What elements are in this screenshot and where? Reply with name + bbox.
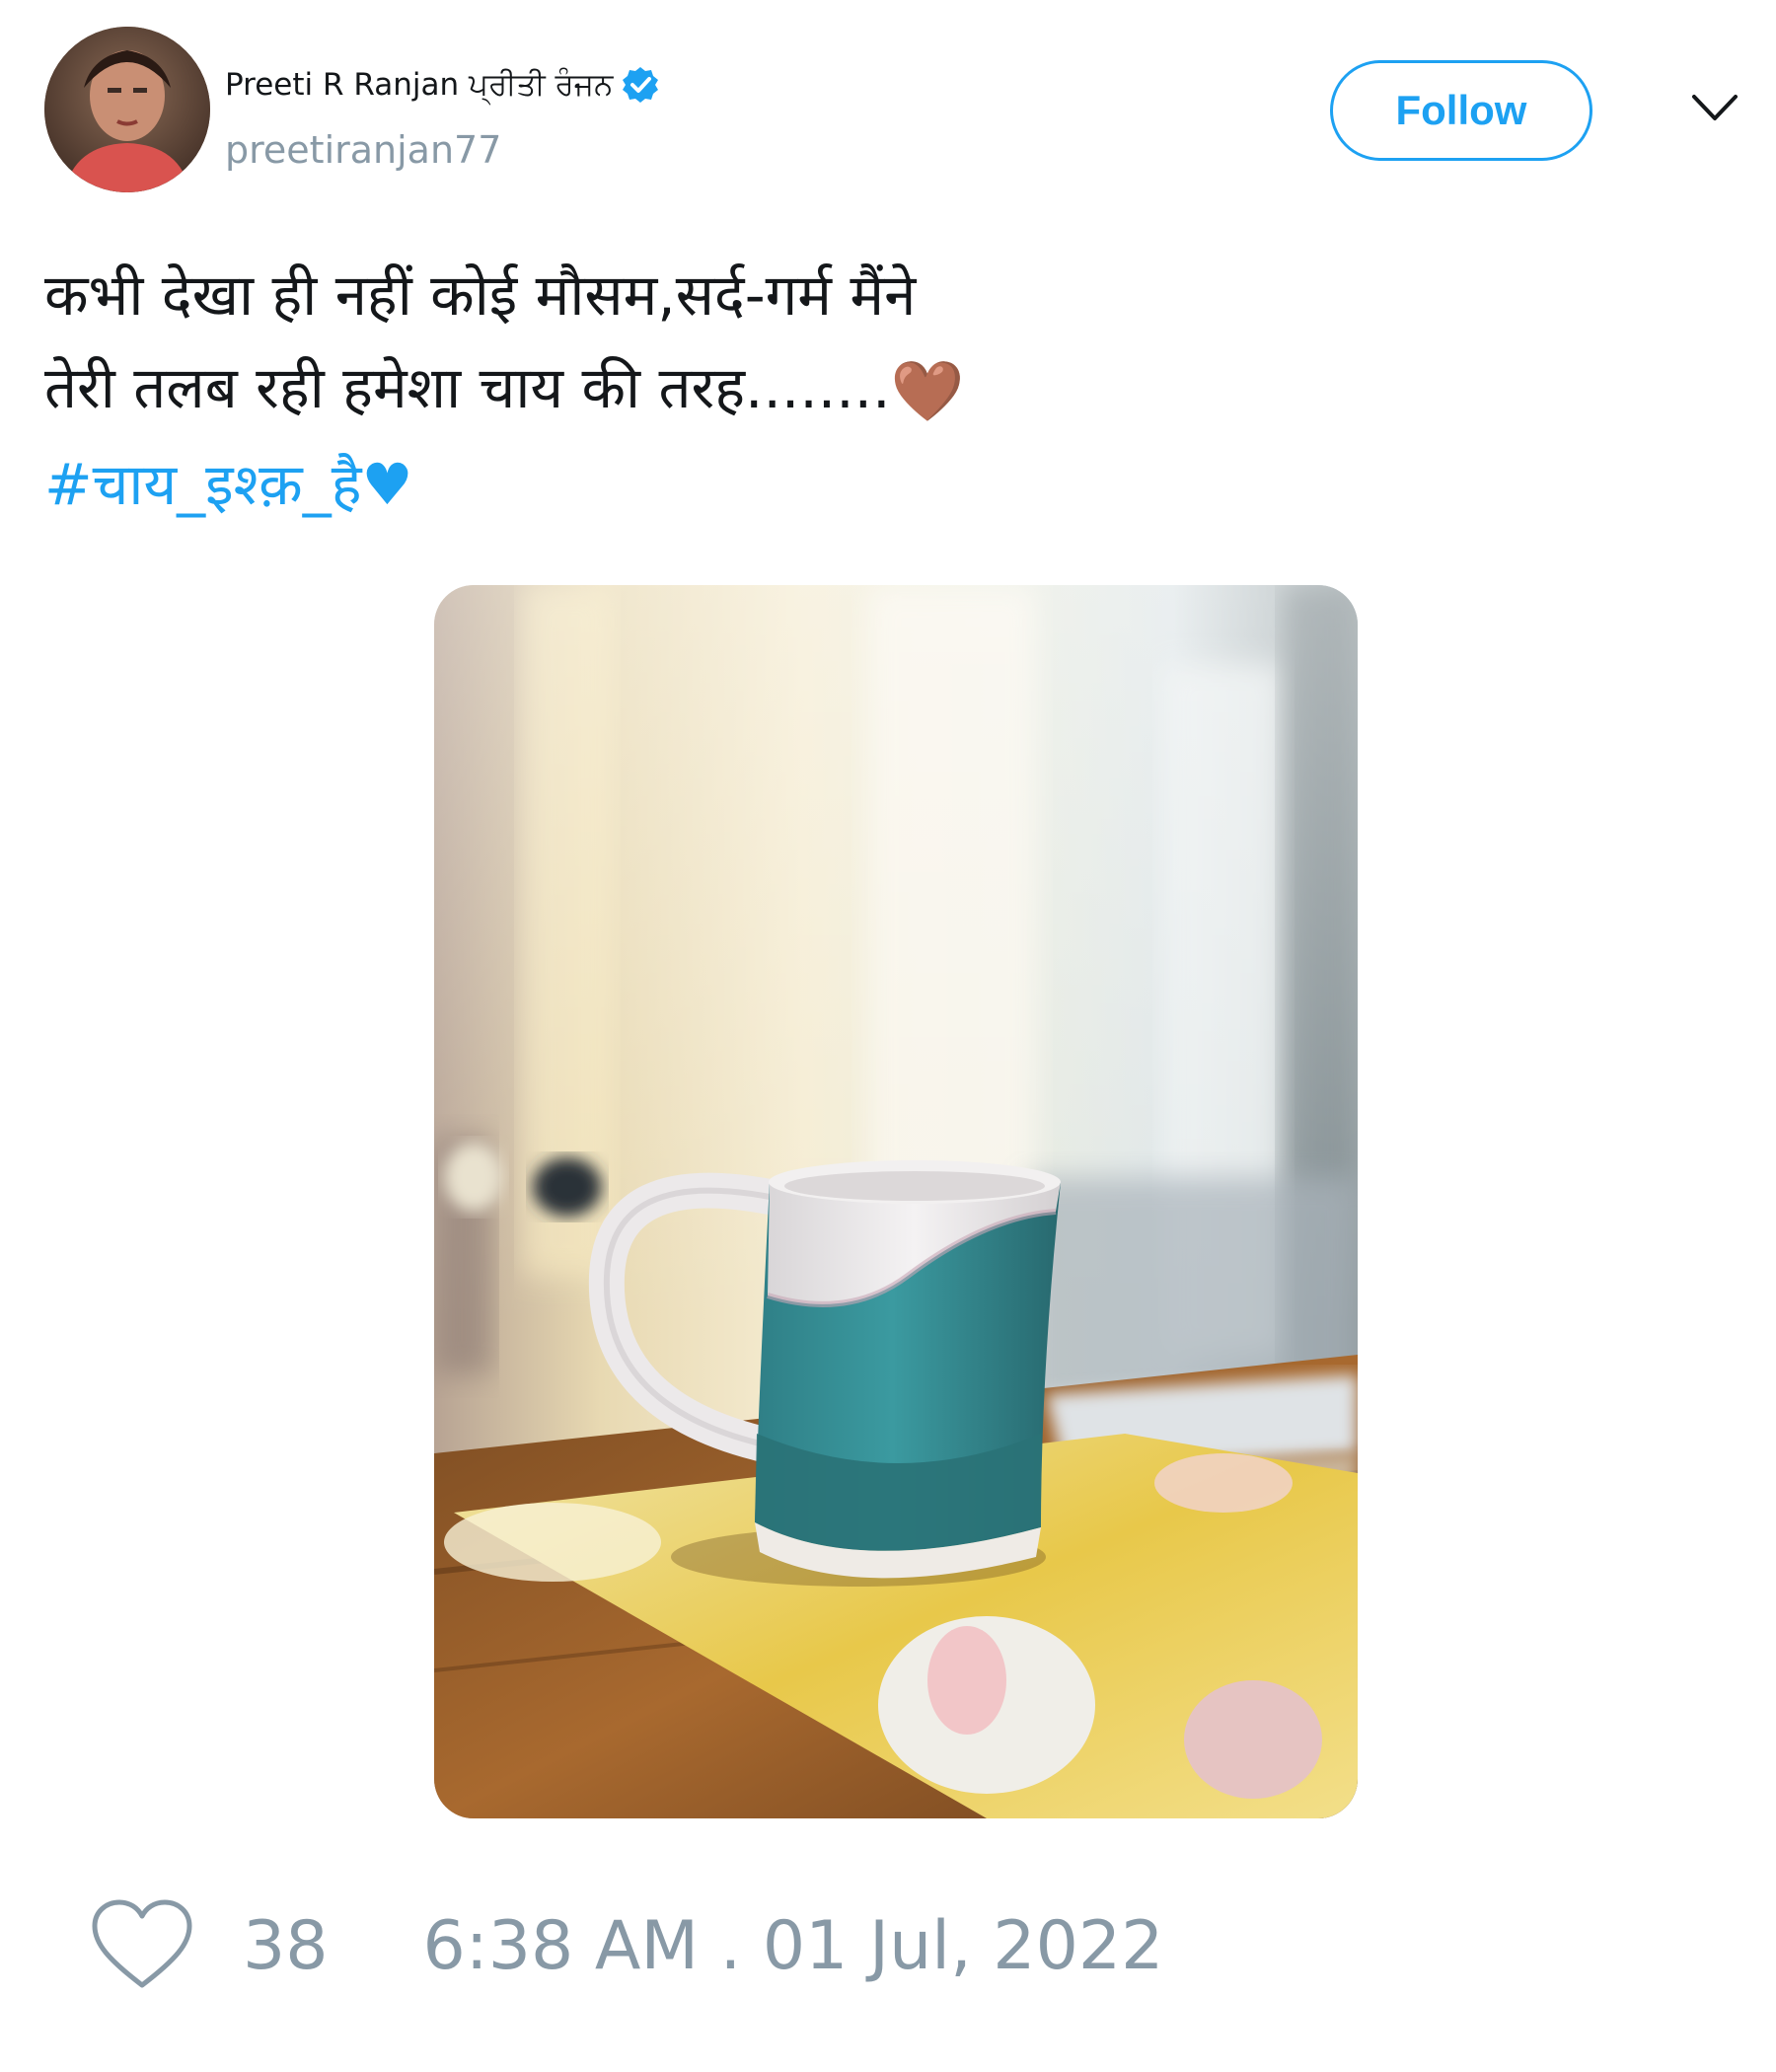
user-handle[interactable]: preetiranjan77: [225, 128, 501, 172]
hashtag-link[interactable]: #चाय_इश्क़_है: [44, 451, 362, 518]
brown-heart-emoji-icon: 🤎: [890, 356, 965, 426]
tweet-timestamp[interactable]: 6:38 AM . 01 Jul, 2022: [423, 1907, 1164, 1985]
chevron-down-icon[interactable]: [1690, 89, 1739, 128]
tweet-text: कभी देखा ही नहीं कोई मौसम,सर्द-गर्म मैंन…: [44, 249, 1722, 531]
user-name-row[interactable]: Preeti R Ranjan ਪ੍ਰੀਤੀ ਰੰਜਨ: [225, 65, 660, 105]
tea-mug-photo-image: [434, 585, 1358, 1818]
tweet-media-photo[interactable]: [434, 585, 1358, 1818]
like-count: 38: [243, 1906, 329, 1985]
user-display-name[interactable]: Preeti R Ranjan ਪ੍ਰੀਤੀ ਰੰਜਨ: [225, 67, 613, 104]
heart-like-icon[interactable]: [89, 1898, 195, 1993]
tweet-footer: 38 6:38 AM . 01 Jul, 2022: [89, 1896, 1163, 1995]
blue-heart-emoji-icon: ♥: [361, 450, 413, 518]
verified-badge-icon: [623, 67, 659, 103]
user-avatar[interactable]: [44, 27, 210, 192]
tweet-line-2: तेरी तलब रही हमेशा चाय की तरह........🤎: [44, 341, 1722, 438]
follow-button[interactable]: Follow: [1330, 60, 1592, 161]
tweet-line-1: कभी देखा ही नहीं कोई मौसम,सर्द-गर्म मैंन…: [44, 261, 917, 329]
hashtag-line: #चाय_इश्क़_है♥: [44, 438, 1722, 531]
tweet-line-2-text: तेरी तलब रही हमेशा चाय की तरह........: [44, 354, 891, 421]
avatar-image: [44, 27, 210, 192]
